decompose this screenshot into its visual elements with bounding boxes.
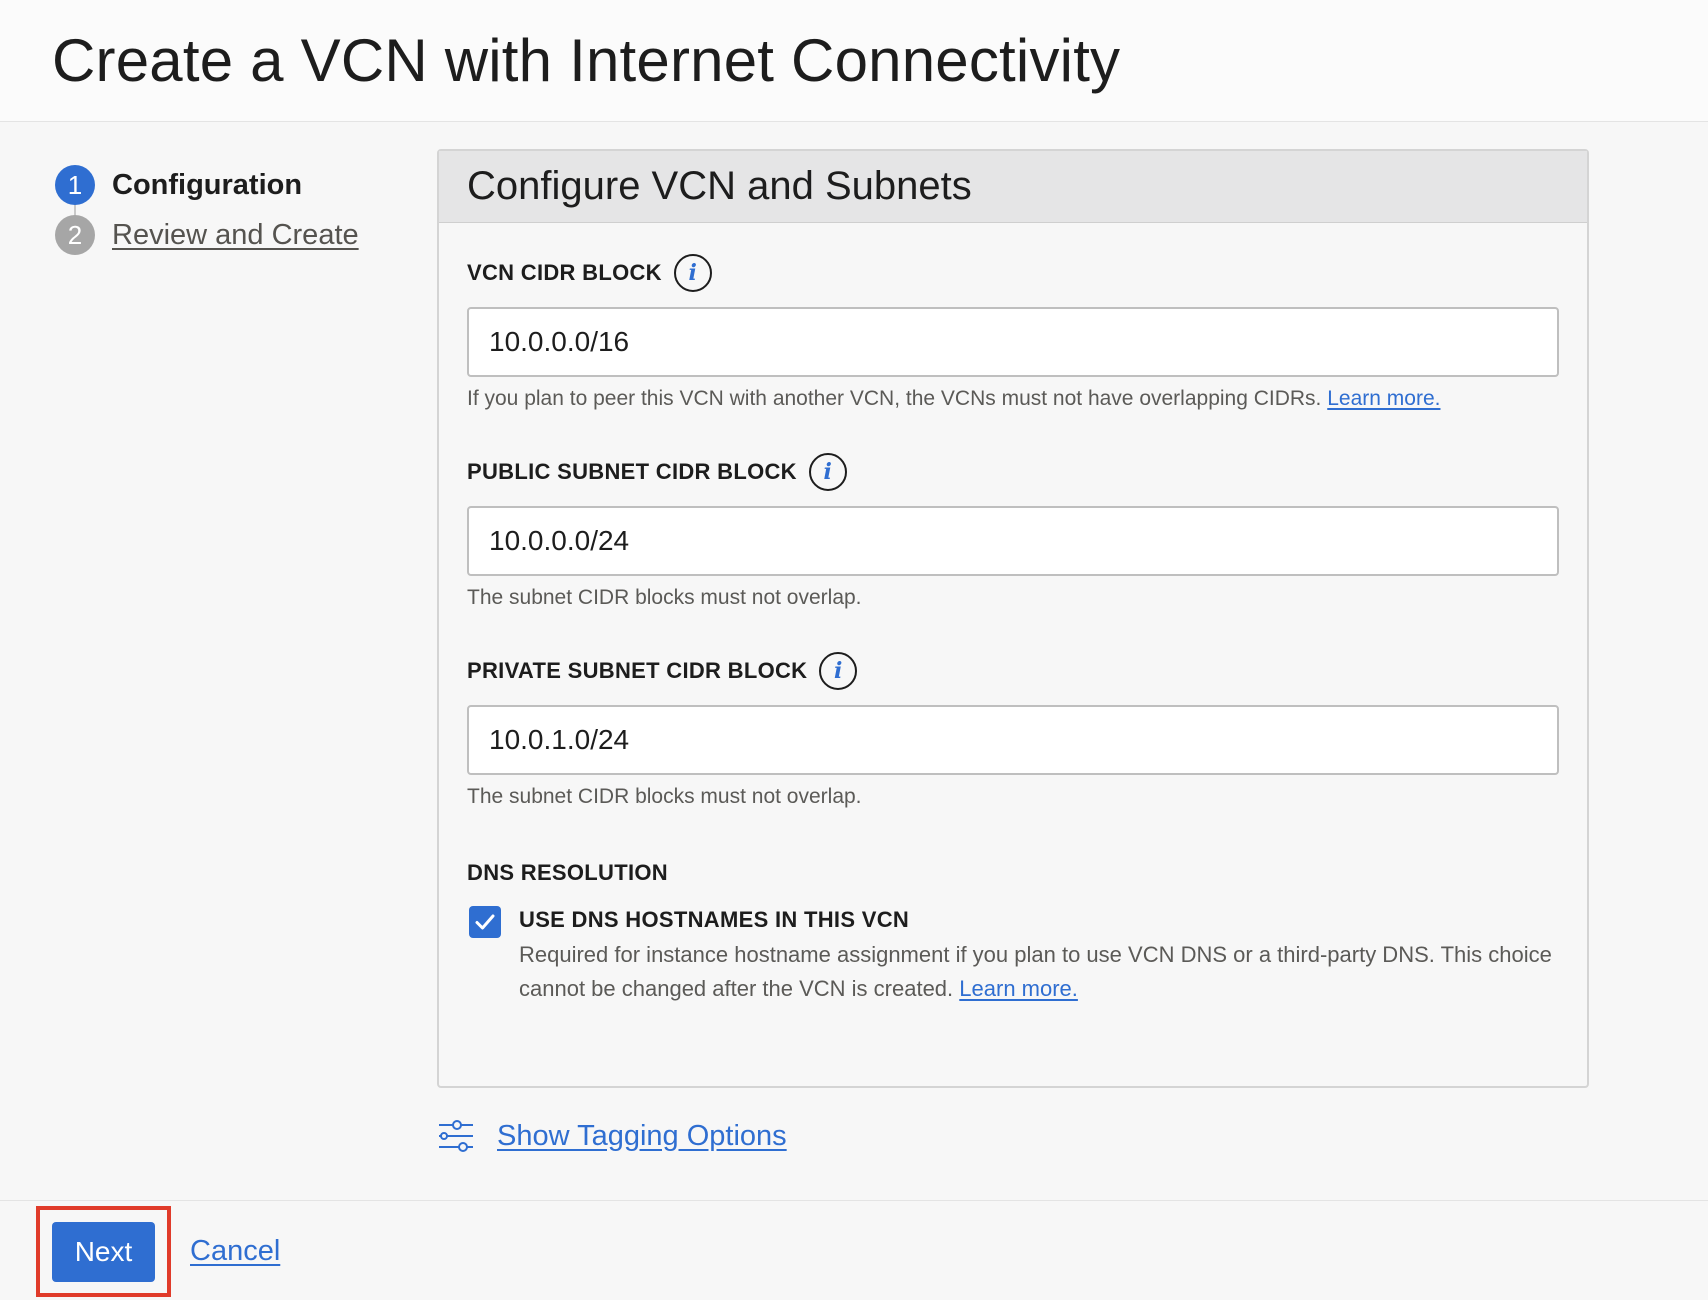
show-tagging-options[interactable]: Show Tagging Options	[437, 1117, 787, 1155]
step-link-review-and-create[interactable]: Review and Create	[112, 219, 359, 252]
private-subnet-input[interactable]	[467, 705, 1559, 775]
vcn-cidr-help-text: If you plan to peer this VCN with anothe…	[467, 387, 1322, 410]
vcn-cidr-field: VCN CIDR BLOCK i If you plan to peer thi…	[467, 253, 1559, 413]
vcn-cidr-label: VCN CIDR BLOCK	[467, 260, 662, 285]
panel-header: Configure VCN and Subnets	[439, 151, 1587, 223]
private-subnet-info-icon[interactable]: i	[819, 652, 858, 690]
vcn-cidr-learn-more-link[interactable]: Learn more.	[1327, 387, 1440, 410]
page: Create a VCN with Internet Connectivity …	[0, 0, 1708, 1300]
dns-learn-more-link[interactable]: Learn more.	[959, 976, 1078, 1001]
show-tagging-options-link[interactable]: Show Tagging Options	[497, 1120, 787, 1153]
next-button[interactable]: Next	[52, 1222, 155, 1282]
private-subnet-field: PRIVATE SUBNET CIDR BLOCK i The subnet C…	[467, 651, 1559, 811]
vcn-cidr-input[interactable]	[467, 307, 1559, 377]
public-subnet-input[interactable]	[467, 506, 1559, 576]
dns-hostnames-checkbox[interactable]	[469, 906, 501, 938]
step-configuration: 1 Configuration	[55, 164, 302, 206]
private-subnet-help: The subnet CIDR blocks must not overlap.	[467, 785, 862, 808]
vcn-cidr-label-row: VCN CIDR BLOCK i	[467, 253, 1559, 293]
sliders-icon	[439, 1120, 473, 1152]
step-review-and-create[interactable]: 2 Review and Create	[55, 214, 359, 256]
panel-title: Configure VCN and Subnets	[467, 164, 972, 208]
public-subnet-help: The subnet CIDR blocks must not overlap.	[467, 586, 862, 609]
vcn-cidr-help: If you plan to peer this VCN with anothe…	[467, 385, 1559, 413]
vcn-cidr-info-icon[interactable]: i	[673, 254, 712, 292]
public-subnet-info-icon[interactable]: i	[808, 453, 847, 491]
step-label-configuration: Configuration	[112, 168, 303, 201]
dns-hostnames-description: Required for instance hostname assignmen…	[519, 938, 1559, 1006]
dns-hostnames-label[interactable]: USE DNS HOSTNAMES IN THIS VCN	[519, 907, 909, 933]
private-subnet-label-row: PRIVATE SUBNET CIDR BLOCK i	[467, 651, 1559, 691]
private-subnet-label: PRIVATE SUBNET CIDR BLOCK	[467, 658, 808, 683]
public-subnet-label: PUBLIC SUBNET CIDR BLOCK	[467, 459, 797, 484]
public-subnet-label-row: PUBLIC SUBNET CIDR BLOCK i	[467, 452, 1559, 492]
public-subnet-field: PUBLIC SUBNET CIDR BLOCK i The subnet CI…	[467, 452, 1559, 612]
checkmark-icon	[475, 914, 495, 930]
page-header: Create a VCN with Internet Connectivity	[0, 0, 1708, 122]
step-number-1: 1	[55, 165, 95, 205]
dns-resolution-label: DNS RESOLUTION	[467, 860, 668, 885]
step-number-2: 2	[55, 215, 95, 255]
page-title: Create a VCN with Internet Connectivity	[52, 27, 1121, 94]
cancel-link[interactable]: Cancel	[190, 1235, 280, 1268]
configure-vcn-panel: Configure VCN and Subnets VCN CIDR BLOCK…	[437, 149, 1589, 1088]
